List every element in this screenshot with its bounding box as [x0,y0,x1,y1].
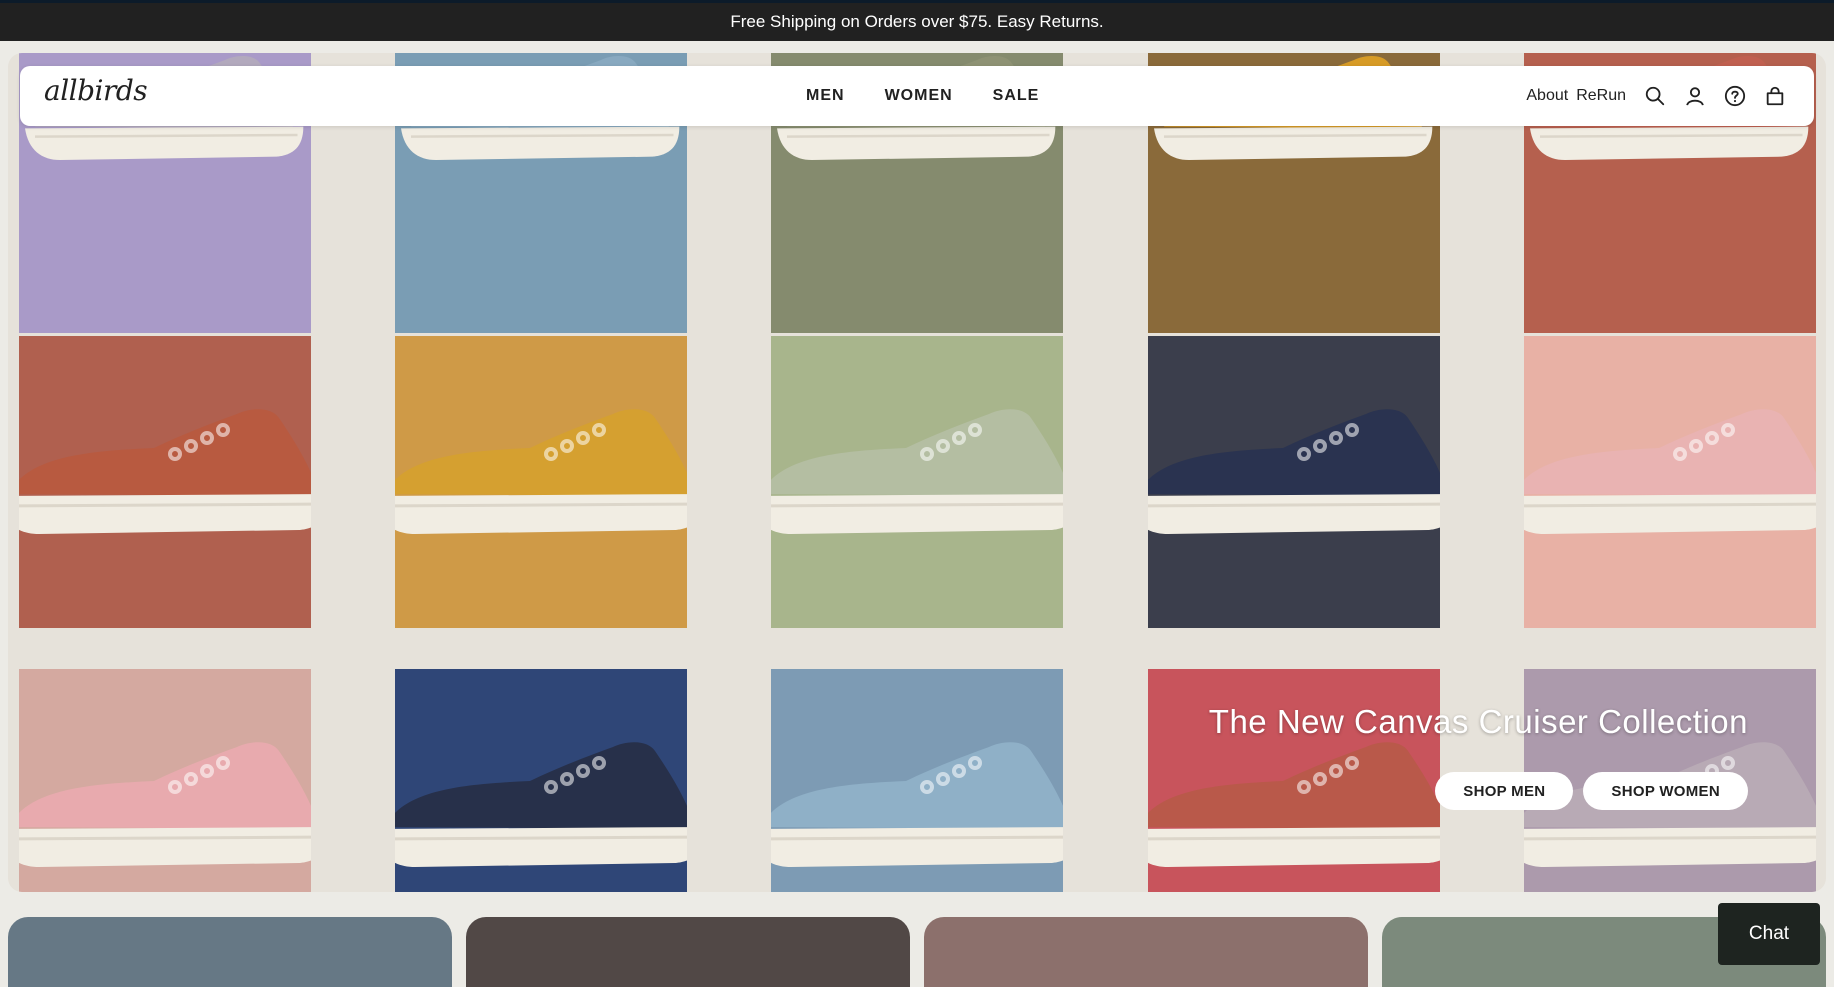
shoe-tile [1524,336,1816,628]
shop-men-button[interactable]: SHOP MEN [1435,772,1574,810]
sneaker-image [771,742,1063,867]
shoe-tile [771,336,1063,628]
search-icon[interactable] [1644,85,1666,107]
sneaker-image [19,742,311,867]
nav-link-women[interactable]: WOMEN [885,87,953,105]
utility-links: About ReRun [1526,66,1786,126]
shoe-tile [19,336,311,628]
shoe-tile [19,669,311,892]
shoe-tile [1148,336,1440,628]
allbirds-logo[interactable]: allbirds [44,74,148,107]
cart-icon[interactable] [1764,85,1786,107]
sneaker-image [771,409,1063,534]
help-icon[interactable] [1724,85,1746,107]
category-card-1[interactable] [8,917,452,987]
promo-bar: Free Shipping on Orders over $75. Easy R… [0,0,1834,41]
shoe-tile [771,669,1063,892]
main-links: MEN WOMEN SALE [806,66,1039,126]
hero-banner: The New Canvas Cruiser Collection SHOP M… [8,53,1826,892]
category-card-2[interactable] [466,917,910,987]
hero-title: The New Canvas Cruiser Collection [1208,703,1748,740]
nav-link-about[interactable]: About [1526,87,1568,105]
main-nav: allbirds MEN WOMEN SALE About ReRun [20,66,1814,126]
shop-women-button[interactable]: SHOP WOMEN [1583,772,1748,810]
sneaker-image [1148,742,1440,867]
shoe-tile [395,669,687,892]
sneaker-image [1524,409,1816,534]
nav-link-sale[interactable]: SALE [993,87,1040,105]
hero-buttons: SHOP MEN SHOP WOMEN [1435,772,1748,810]
account-icon[interactable] [1684,85,1706,107]
nav-link-men[interactable]: MEN [806,87,845,105]
category-card-3[interactable] [924,917,1368,987]
sneaker-image [1148,409,1440,534]
sneaker-image [395,409,687,534]
chat-button[interactable]: Chat [1718,903,1820,965]
sneaker-image [19,409,311,534]
shoe-tile [395,336,687,628]
nav-link-rerun[interactable]: ReRun [1576,87,1626,105]
sneaker-image [395,742,687,867]
promo-text: Free Shipping on Orders over $75. Easy R… [730,12,1104,31]
